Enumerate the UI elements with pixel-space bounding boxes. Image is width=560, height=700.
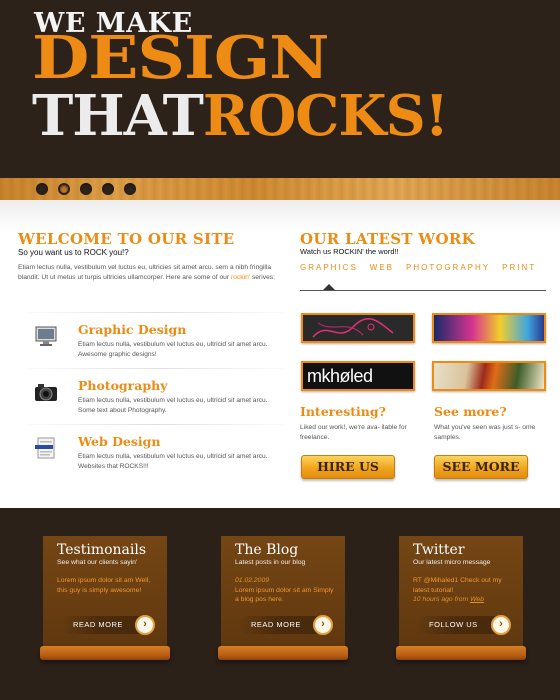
hero-headline-3-orange: ROCKS! (202, 83, 449, 149)
monitor-icon (34, 324, 58, 348)
welcome-title: WELCOME TO OUR SITE (18, 230, 235, 248)
slider-dot-4[interactable] (102, 183, 114, 195)
card-subtitle: Our latest micro message (413, 559, 491, 566)
slider-dot-5[interactable] (124, 183, 136, 195)
thumb-logo-text: mkhøled (307, 366, 373, 386)
welcome-body-rock-link[interactable]: rockin' (231, 274, 250, 281)
slider-dots (36, 183, 136, 195)
service-photography: Photography Etiam lectus nulla, vestibul… (28, 370, 278, 422)
testimonials-card: Testimonails See what our clients sayin'… (43, 536, 167, 646)
webpage-icon (34, 436, 58, 460)
tweet-text: RT @Mihaled1 Check out my latest tutoria… (413, 577, 502, 594)
read-more-button[interactable]: READ MORE › (61, 615, 155, 635)
service-divider (28, 312, 283, 313)
button-label: FOLLOW US (429, 620, 478, 629)
welcome-subtitle: So you want us to ROCK you!? (18, 248, 129, 257)
work-filter-tabs: GRAPHICS WEB PHOTOGRAPHY PRINT (300, 263, 536, 272)
tab-web[interactable]: WEB (370, 263, 394, 272)
service-desc: Etiam lectus nulla, vestibulum vel luctu… (78, 397, 268, 414)
arrow-right-icon: › (313, 615, 333, 635)
blog-excerpt: Lorem ipsum dolor sit am Simply a blog p… (235, 586, 334, 604)
seemore-desc: What you've seen was just s- ome samples… (434, 424, 536, 441)
card-body: 01.02.2009 Lorem ipsum dolor sit am Simp… (235, 576, 335, 605)
portfolio-thumb-1[interactable] (301, 313, 415, 343)
welcome-body-text-2: serives: (250, 273, 276, 281)
read-more-button[interactable]: READ MORE › (239, 615, 333, 635)
service-web-design: Web Design Etiam lectus nulla, vestibulu… (28, 426, 278, 478)
welcome-body: Etiam lectus nulla, vestibulum vel luctu… (18, 263, 280, 282)
card-subtitle: See what our clients sayin' (57, 559, 138, 566)
hero-headline-2: DESIGN (32, 23, 330, 92)
hire-us-button[interactable]: HIRE US (301, 455, 395, 479)
card-base (218, 646, 348, 660)
card-subtitle: Latest posts in our blog (235, 559, 306, 566)
tweet-time-text: 10 hours ago from (413, 596, 471, 603)
seemore-title: See more? (434, 404, 507, 419)
latest-work-title: OUR LATEST WORK (300, 230, 475, 248)
blog-card: The Blog Latest posts in our blog 01.02.… (221, 536, 345, 646)
card-base (396, 646, 526, 660)
tab-underline (300, 290, 546, 291)
latest-work-subtitle: Watch us ROCKIN' the word!! (300, 247, 399, 256)
twitter-card: Twitter Our latest micro message RT @Mih… (399, 536, 523, 646)
follow-us-button[interactable]: FOLLOW US › (417, 615, 511, 635)
tab-graphics[interactable]: GRAPHICS (300, 263, 358, 272)
service-title[interactable]: Web Design (78, 434, 160, 449)
card-body: RT @Mihaled1 Check out my latest tutoria… (413, 576, 513, 605)
card-title: Twitter (413, 542, 465, 558)
arrow-right-icon: › (135, 615, 155, 635)
slider-dot-2[interactable] (58, 183, 70, 195)
hero-banner: WE MAKE DESIGN THATROCKS! (0, 0, 560, 178)
arrow-right-icon: › (491, 615, 511, 635)
card-title: The Blog (235, 542, 299, 558)
card-base (40, 646, 170, 660)
portfolio-thumb-4[interactable] (432, 361, 546, 391)
card-title: Testimonails (57, 542, 147, 558)
interesting-desc: Liked our work!, we're ava- ilable for f… (300, 424, 407, 441)
service-divider (28, 368, 283, 369)
button-label: READ MORE (73, 620, 123, 629)
interesting-title: Interesting? (300, 404, 386, 419)
portfolio-thumb-3[interactable]: mkhøled (301, 361, 415, 391)
camera-icon (34, 380, 58, 404)
active-tab-pointer (323, 284, 335, 290)
tweet-time: 10 hours ago from Web (413, 595, 513, 605)
hero-headline-3: THATROCKS! (32, 88, 449, 144)
see-more-button[interactable]: SEE MORE (434, 455, 528, 479)
service-title[interactable]: Graphic Design (78, 322, 186, 337)
card-body: Lorem ipsum dolor sit am Well, this guy … (57, 577, 151, 594)
blog-date: 01.02.2009 (235, 577, 270, 584)
hero-headline-3-white: THAT (32, 83, 204, 149)
tab-photography[interactable]: PHOTOGRAPHY (406, 263, 490, 272)
portfolio-thumb-2[interactable] (432, 313, 546, 343)
service-desc: Etiam lectus nulla, vestibulum vel luctu… (78, 341, 268, 358)
slider-dot-3[interactable] (80, 183, 92, 195)
service-desc: Etiam lectus nulla, vestibulum vel luctu… (78, 453, 268, 470)
button-label: READ MORE (251, 620, 301, 629)
service-graphic-design: Graphic Design Etiam lectus nulla, vesti… (28, 314, 278, 366)
service-title[interactable]: Photography (78, 378, 167, 393)
tweet-source-link[interactable]: Web (470, 596, 484, 603)
service-divider (28, 424, 283, 425)
slider-dot-1[interactable] (36, 183, 48, 195)
tab-print[interactable]: PRINT (502, 263, 536, 272)
